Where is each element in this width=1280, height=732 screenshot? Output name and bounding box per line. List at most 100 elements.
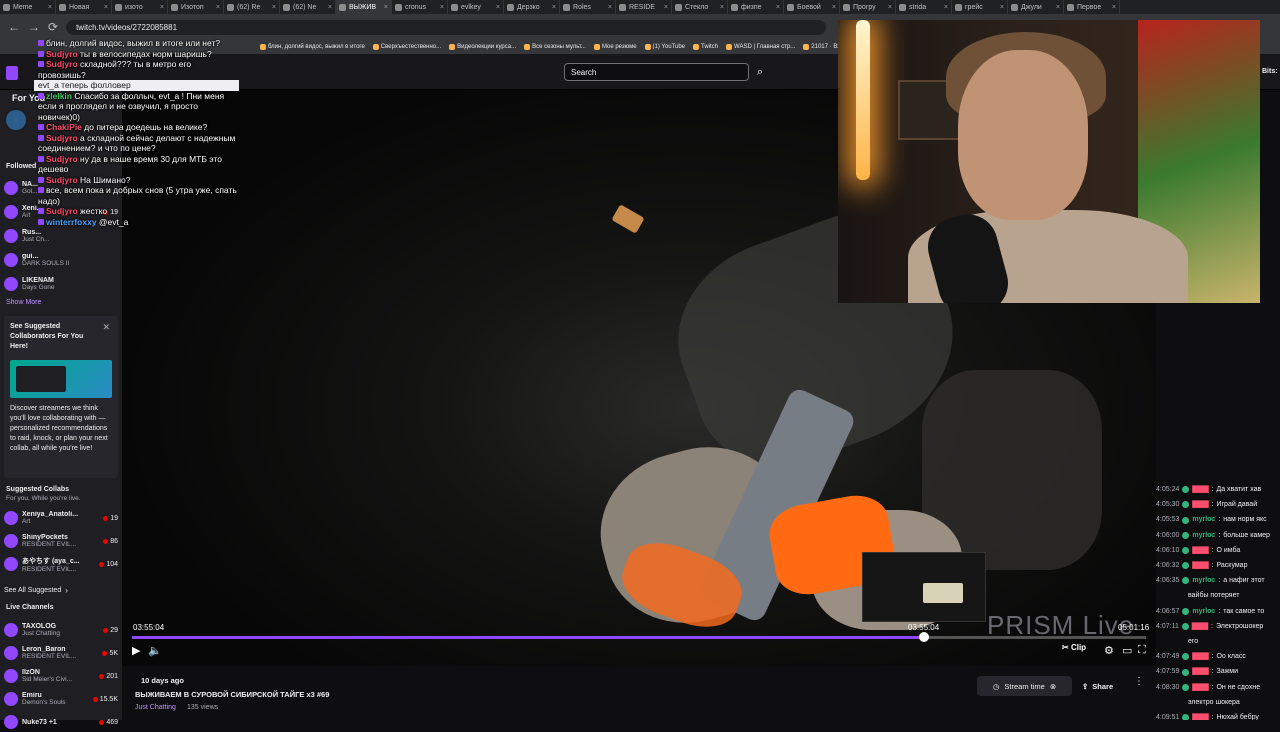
settings-gear-icon[interactable]: ⚙ (1104, 644, 1114, 657)
browser-tab[interactable]: evlkey × (448, 0, 504, 14)
chat-username[interactable]: ▇▇▇ (1192, 497, 1208, 512)
share-button[interactable]: ⇪ Share (1082, 676, 1122, 696)
twitch-logo-icon[interactable] (6, 66, 18, 80)
chat-username[interactable]: ▇▇▇ (1192, 558, 1208, 573)
chat-username[interactable]: Sudjyro (46, 175, 78, 185)
play-icon[interactable]: ▶ (132, 644, 140, 657)
search-icon[interactable]: ⌕ (752, 63, 768, 81)
browser-tab[interactable]: Изотоп × (168, 0, 224, 14)
bookmark-item[interactable]: Все сезоны мульт... (524, 44, 586, 50)
browser-tab[interactable]: Первое × (1064, 0, 1120, 14)
bookmark-item[interactable]: Twitch (693, 44, 718, 50)
url-field[interactable]: twitch.tv/videos/2722085881 (66, 19, 827, 35)
bookmark-item[interactable]: Видеолекции курса... (449, 44, 516, 50)
browser-tab[interactable]: (62) Ne × (280, 0, 336, 14)
chat-username[interactable]: Sudjyro (46, 49, 78, 59)
user-avatar[interactable] (6, 110, 26, 130)
show-more-link[interactable]: Show More (6, 299, 41, 306)
reload-icon[interactable]: ⟳ (48, 20, 58, 34)
chat-username[interactable]: ▇▇▇ (1192, 619, 1208, 634)
close-icon[interactable]: × (328, 4, 332, 11)
bookmark-item[interactable]: WASD | Главная стр... (726, 44, 795, 50)
close-icon[interactable]: × (944, 4, 948, 11)
browser-tab[interactable]: грейс × (952, 0, 1008, 14)
browser-tab[interactable]: Новая × (56, 0, 112, 14)
chat-username[interactable]: ▇▇▇ (1192, 680, 1208, 695)
forward-arrow-icon[interactable]: → (28, 20, 40, 34)
browser-tab[interactable]: strida × (896, 0, 952, 14)
browser-tab[interactable]: изото × (112, 0, 168, 14)
close-icon[interactable]: × (440, 4, 444, 11)
close-icon[interactable]: × (160, 4, 164, 11)
chat-username[interactable]: Sudjyro (46, 59, 78, 69)
theatre-mode-icon[interactable]: ▭ (1122, 644, 1132, 657)
close-icon[interactable]: ⊗ (1050, 682, 1056, 691)
search-input[interactable]: Search (564, 63, 749, 81)
close-icon[interactable]: × (552, 4, 556, 11)
close-icon[interactable]: × (720, 4, 724, 11)
bookmark-item[interactable]: Мое резюме (593, 44, 637, 50)
chat-username[interactable]: myrloc (1192, 573, 1215, 588)
chat-username[interactable]: winterrfoxxy (46, 217, 97, 227)
browser-tab[interactable]: Дерзко × (504, 0, 560, 14)
close-icon[interactable]: × (832, 4, 836, 11)
sidebar-channel[interactable]: Nuke73 +1 469 (4, 712, 118, 732)
chat-username[interactable]: ▇▇▇ (1192, 482, 1208, 497)
close-icon[interactable]: × (1056, 4, 1060, 11)
close-icon[interactable]: × (384, 4, 388, 11)
close-icon[interactable]: × (776, 4, 780, 11)
browser-tab[interactable]: Стекло × (672, 0, 728, 14)
chat-username[interactable]: ▇▇▇ (1192, 710, 1208, 720)
browser-tab[interactable]: Roles × (560, 0, 616, 14)
close-icon[interactable]: × (1112, 4, 1116, 11)
browser-tab[interactable]: Боевой × (784, 0, 840, 14)
sidebar-channel[interactable]: Emiru Demon's Souls 15.5K (4, 689, 118, 709)
chat-username[interactable]: Sudjyro (46, 206, 78, 216)
chat-username[interactable]: myrloc (1192, 604, 1215, 619)
close-icon[interactable]: ✕ (102, 322, 110, 333)
stream-time-button[interactable]: ◷ Stream time ⊗ (977, 676, 1072, 696)
bookmark-item[interactable]: Сверхъестественно... (372, 44, 441, 50)
video-category-link[interactable]: Just Chatting (135, 704, 176, 711)
back-arrow-icon[interactable]: ← (8, 20, 20, 34)
bits-label[interactable]: Bits: (1262, 68, 1278, 75)
browser-tab[interactable]: Прогру × (840, 0, 896, 14)
chat-username[interactable]: ▇▇▇ (1192, 664, 1208, 679)
chat-username[interactable]: ▇▇▇ (1192, 543, 1208, 558)
bookmark-item[interactable]: блин, долгий видос, выжил в итоге (260, 44, 365, 50)
browser-tab[interactable]: (62) Re × (224, 0, 280, 14)
sidebar-channel[interactable]: あやちす (aya_c... RESIDENT EVIL... 104 (4, 554, 118, 574)
close-icon[interactable]: × (272, 4, 276, 11)
chat-username[interactable]: myrloc (1192, 512, 1215, 527)
close-icon[interactable]: × (1000, 4, 1004, 11)
chat-username[interactable]: ▇▇▇ (1192, 649, 1208, 664)
browser-tab[interactable]: ВЫЖИВ × (336, 0, 392, 14)
close-icon[interactable]: × (216, 4, 220, 11)
sidebar-channel[interactable]: ShinyPockets RESIDENT EVIL... 86 (4, 531, 118, 551)
clip-button[interactable]: ✂ Clip (1062, 643, 1086, 652)
close-icon[interactable]: × (48, 4, 52, 11)
browser-tab[interactable]: Джули × (1008, 0, 1064, 14)
sidebar-channel[interactable]: TAXOLOG Just Chatting 29 (4, 620, 118, 640)
see-all-suggested-link[interactable]: See All Suggested › (4, 580, 118, 600)
chat-username[interactable]: Sudjyro (46, 133, 78, 143)
seek-handle[interactable] (918, 632, 929, 642)
more-options-icon[interactable]: ⋮ (1134, 676, 1144, 687)
close-icon[interactable]: × (664, 4, 668, 11)
browser-tab[interactable]: Meme × (0, 0, 56, 14)
bookmark-item[interactable]: (1) YouTube (644, 44, 685, 50)
chat-username[interactable]: myrloc (1192, 528, 1215, 543)
chat-username[interactable]: Sudjyro (46, 154, 78, 164)
close-icon[interactable]: × (608, 4, 612, 11)
chat-username[interactable]: ChakiPie (46, 122, 82, 132)
close-icon[interactable]: × (496, 4, 500, 11)
sidebar-channel[interactable]: Xeniya_Anatoli... Art 19 (4, 508, 118, 528)
close-icon[interactable]: × (888, 4, 892, 11)
sidebar-channel[interactable]: Leron_Baron RESIDENT EVIL... 5K (4, 643, 118, 663)
close-icon[interactable]: × (104, 4, 108, 11)
seek-bar[interactable] (132, 632, 1146, 642)
chat-username[interactable]: zlelkin (46, 91, 72, 101)
sidebar-channel[interactable]: IIzON Sid Meier's Civi... 201 (4, 666, 118, 686)
browser-tab[interactable]: физпе × (728, 0, 784, 14)
browser-tab[interactable]: RESIDE × (616, 0, 672, 14)
